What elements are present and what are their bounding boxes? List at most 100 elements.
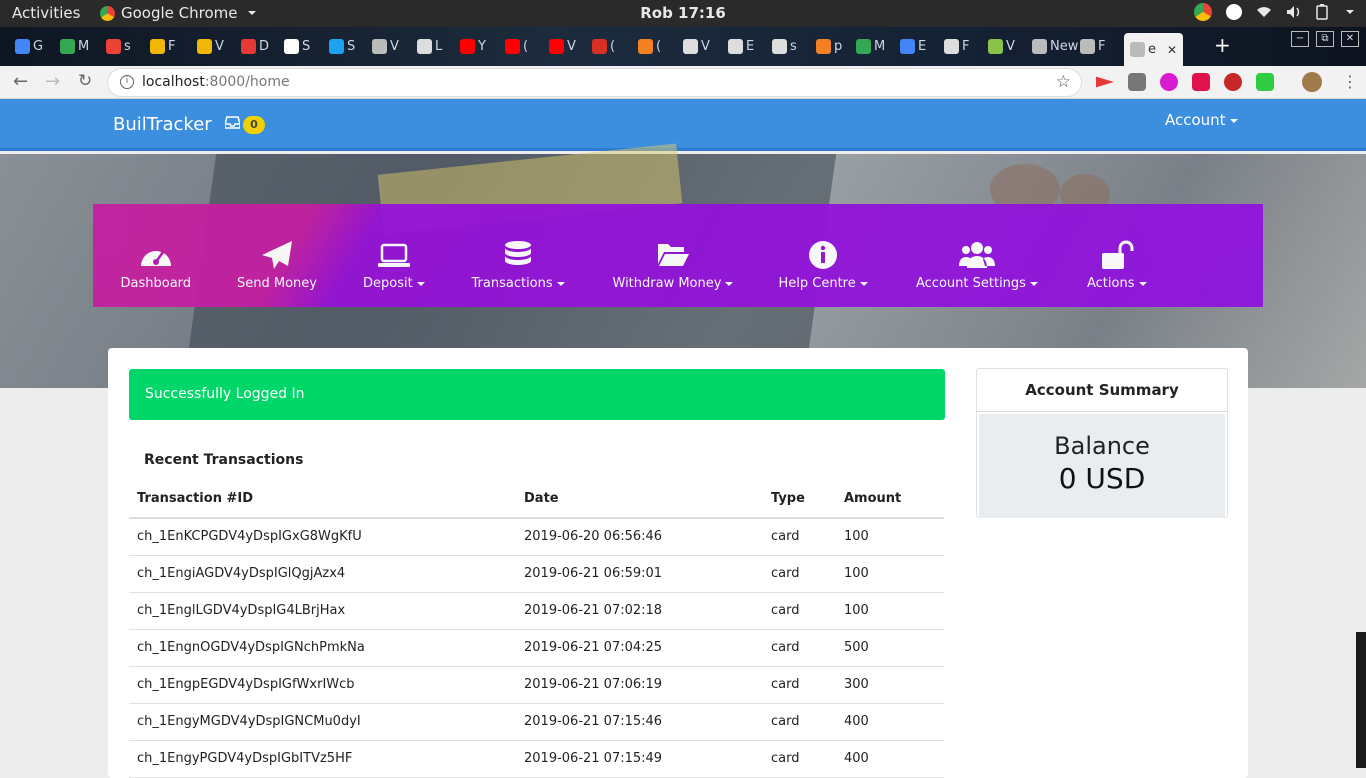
profile-avatar[interactable] <box>1302 72 1322 92</box>
github-icon <box>728 38 743 54</box>
url-host: localhost <box>142 74 205 90</box>
close-window-icon[interactable]: ✕ <box>1341 31 1359 47</box>
browser-tab[interactable]: F <box>944 35 969 57</box>
inbox-icon[interactable] <box>225 116 240 129</box>
tab-strip: G Ms F V D S S V L Y(V((V Es p M E F V New Fe ✕ + − ⧉ ✕ <box>0 27 1366 66</box>
browser-tab[interactable]: ( <box>505 35 528 57</box>
slack-icon[interactable] <box>1226 4 1242 20</box>
menu-item-label: Account Settings <box>916 276 1026 291</box>
chevron-down-icon <box>556 281 565 286</box>
close-tab-icon[interactable]: ✕ <box>1167 43 1177 57</box>
site-info-icon[interactable]: i <box>120 75 134 89</box>
paper-plane-icon <box>237 240 317 270</box>
unlock-icon <box>1087 240 1147 270</box>
browser-tab[interactable]: D <box>241 35 269 57</box>
browser-tab[interactable]: s <box>106 35 131 57</box>
browser-tab[interactable]: S <box>284 35 310 57</box>
tab-title: F <box>962 38 970 54</box>
extension-pin-icon[interactable] <box>1128 73 1146 91</box>
menu-item-actions[interactable]: Actions <box>1087 240 1147 291</box>
menu-item-transactions[interactable]: Transactions <box>472 240 565 291</box>
transaction-id-cell: ch_1EngpEGDV4yDspIGfWxrIWcb <box>129 666 516 704</box>
amount-cell: 100 <box>836 555 944 593</box>
column-header[interactable]: Amount <box>836 479 944 519</box>
reload-icon[interactable]: ↻ <box>78 71 92 91</box>
stackoverflow-icon <box>816 38 831 54</box>
menu-item-withdraw-money[interactable]: Withdraw Money <box>613 240 734 291</box>
menu-item-deposit[interactable]: Deposit <box>363 240 425 291</box>
browser-tab[interactable]: S <box>329 35 355 57</box>
account-dropdown[interactable]: Account <box>1165 111 1238 129</box>
column-header[interactable]: Date <box>516 479 763 519</box>
amount-cell: 100 <box>836 518 944 556</box>
menu-item-help-centre[interactable]: Help Centre <box>779 240 868 291</box>
browser-tab[interactable]: Y <box>460 35 486 57</box>
kebab-menu-icon[interactable]: ⋮ <box>1342 72 1358 91</box>
clock[interactable]: Rob 17:16 <box>0 4 1366 22</box>
menu-item-label: Transactions <box>471 276 553 291</box>
tab-title: D <box>259 38 270 54</box>
balance-label: Balance <box>1054 432 1150 460</box>
tab-title: V <box>1006 38 1015 54</box>
bookmark-icon <box>150 38 165 54</box>
bookmark-icon <box>197 38 212 54</box>
browser-tab[interactable]: F <box>150 35 175 57</box>
browser-tab[interactable]: ( <box>638 35 661 57</box>
extension-circle-icon[interactable] <box>1160 73 1178 91</box>
browser-tab[interactable]: M <box>60 35 89 57</box>
restore-icon[interactable]: ⧉ <box>1316 31 1334 47</box>
browser-tab[interactable]: L <box>417 35 442 57</box>
menu-item-send-money[interactable]: Send Money <box>237 240 317 291</box>
browser-tab[interactable]: E <box>728 35 754 57</box>
browser-tab[interactable]: F <box>1080 35 1105 57</box>
extension-evernote-icon[interactable] <box>1256 73 1274 91</box>
brand-logo[interactable]: BuilTracker <box>113 114 212 135</box>
chevron-down-icon <box>725 281 734 286</box>
browser-tab[interactable]: V <box>683 35 710 57</box>
browser-tab[interactable]: V <box>549 35 576 57</box>
volume-icon <box>1287 6 1300 18</box>
new-tab-icon[interactable]: + <box>1214 33 1231 57</box>
tab-title: s <box>124 38 131 54</box>
column-header[interactable]: Transaction #ID <box>129 479 516 519</box>
main-menu: Dashboard Send Money Deposit Transactions Wi… <box>93 204 1263 307</box>
column-header[interactable]: Type <box>763 479 836 519</box>
balance-value: 0 USD <box>1058 462 1146 495</box>
folder-open-icon <box>613 240 734 270</box>
forward-icon[interactable]: → <box>45 71 60 92</box>
tab-title: F <box>1098 38 1106 54</box>
tab-title: p <box>834 38 843 54</box>
browser-tab[interactable]: E <box>900 35 926 57</box>
back-icon[interactable]: ← <box>13 71 28 92</box>
toolbar: ← → ↻ i localhost:8000/home ☆ ⋮ <box>0 66 1366 99</box>
system-tray[interactable] <box>1194 3 1354 21</box>
browser-tab[interactable]: M <box>856 35 885 57</box>
bookmark-star-icon[interactable]: ☆ <box>1056 69 1071 96</box>
amount-cell: 400 <box>836 740 944 778</box>
menu-item-dashboard[interactable]: Dashboard <box>121 240 191 291</box>
browser-tab[interactable]: V <box>372 35 399 57</box>
tab-title: G <box>33 38 44 54</box>
extension-record-icon[interactable] <box>1224 73 1242 91</box>
extension-arrow-icon[interactable] <box>1096 76 1114 88</box>
browser-tab[interactable]: ( <box>592 35 615 57</box>
type-cell: card <box>763 592 836 630</box>
extension-pocket-icon[interactable] <box>1192 73 1210 91</box>
account-label: Account <box>1165 111 1226 129</box>
github-icon <box>772 38 787 54</box>
address-bar[interactable]: i localhost:8000/home ☆ <box>108 69 1081 96</box>
browser-tab[interactable]: s <box>772 35 797 57</box>
browser-tab[interactable]: New <box>1032 35 1078 57</box>
menu-item-label: Deposit <box>363 276 413 291</box>
browser-tab[interactable]: V <box>988 35 1015 57</box>
type-cell: card <box>763 740 836 778</box>
menu-item-account-settings[interactable]: Account Settings <box>916 240 1038 291</box>
chrome-tray-icon[interactable] <box>1194 3 1212 21</box>
browser-tab[interactable]: V <box>197 35 224 57</box>
browser-tab[interactable]: e ✕ <box>1124 33 1184 66</box>
minimize-icon[interactable]: − <box>1291 31 1309 47</box>
google-icon <box>15 38 30 54</box>
login-success-alert: Successfully Logged In <box>129 369 945 420</box>
browser-tab[interactable]: p <box>816 35 842 57</box>
browser-tab[interactable]: G <box>15 35 43 57</box>
